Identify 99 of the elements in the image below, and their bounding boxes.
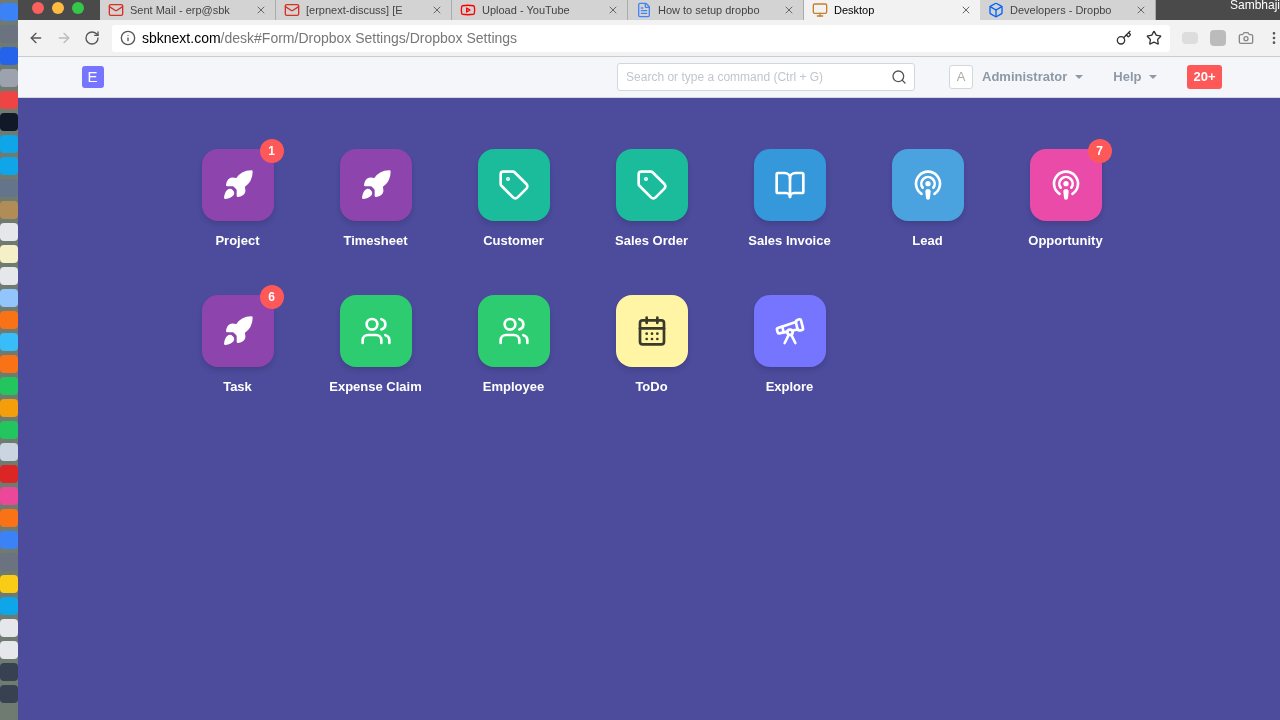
module-label[interactable]: Lead	[912, 231, 943, 251]
dock-app-icon[interactable]	[0, 421, 18, 439]
dock-app-icon[interactable]	[0, 223, 18, 241]
dock-app-icon[interactable]	[0, 487, 18, 505]
notification-badge: 6	[259, 284, 284, 309]
module-tile[interactable]	[339, 149, 412, 221]
module-label[interactable]: Project	[215, 231, 260, 251]
star-icon[interactable]	[1146, 30, 1162, 46]
dock-app-icon[interactable]	[0, 333, 18, 351]
module-tile[interactable]	[477, 294, 550, 367]
mail-icon	[284, 2, 300, 18]
dock-app-icon[interactable]	[0, 575, 18, 593]
module-tile[interactable]	[339, 294, 412, 367]
tab-title: Sent Mail - erp@sbk	[130, 2, 230, 18]
book-icon	[773, 169, 806, 201]
video-icon	[460, 2, 476, 18]
module-tile[interactable]	[477, 149, 550, 221]
search-field[interactable]: Search or type a command (Ctrl + G)	[617, 63, 916, 91]
browser-tab[interactable]: [erpnext-discuss] [E	[276, 0, 452, 20]
profile-name[interactable]: Sambhaji	[1229, 0, 1280, 14]
desktop-icon	[812, 2, 828, 18]
browser-tab[interactable]: Upload - YouTube	[452, 0, 628, 20]
dock-app-icon[interactable]	[0, 443, 18, 461]
dock-app-icon[interactable]	[0, 377, 18, 395]
key-icon[interactable]	[1116, 30, 1132, 46]
module-tile[interactable]	[753, 294, 826, 367]
browser-tab[interactable]: Developers - Dropbo	[980, 0, 1156, 20]
close-icon[interactable]	[255, 4, 267, 16]
browser-tab[interactable]: How to setup dropbo	[628, 0, 804, 20]
dock-app-icon[interactable]	[0, 91, 18, 109]
module-tile[interactable]	[615, 149, 688, 221]
dock-app-icon[interactable]	[0, 641, 18, 659]
forward-icon[interactable]	[56, 30, 72, 46]
module-label[interactable]: Task	[223, 376, 252, 396]
dock-app-icon[interactable]	[0, 399, 18, 417]
dock-app-icon[interactable]	[0, 531, 18, 549]
module-label[interactable]: Sales Order	[615, 231, 688, 251]
module-label[interactable]: ToDo	[635, 376, 668, 396]
module-label[interactable]: Sales Invoice	[748, 231, 831, 251]
minimize-window-button[interactable]	[52, 2, 64, 14]
dock-app-icon[interactable]	[0, 597, 18, 615]
tab-title: Developers - Dropbo	[1010, 2, 1112, 18]
close-icon[interactable]	[1135, 4, 1147, 16]
dock-app-icon[interactable]	[0, 663, 18, 681]
module-label[interactable]: Timesheet	[343, 231, 408, 251]
notification-badge: 7	[1087, 139, 1112, 163]
module-label[interactable]: Explore	[765, 376, 814, 396]
box-icon	[988, 2, 1004, 18]
close-window-button[interactable]	[32, 2, 44, 14]
mail-icon	[108, 2, 124, 18]
module-label[interactable]: Opportunity	[1028, 231, 1103, 251]
dock-app-icon[interactable]	[0, 289, 18, 307]
module-label[interactable]: Employee	[482, 376, 545, 396]
notification-badge: 1	[259, 139, 284, 163]
dock-app-icon[interactable]	[0, 157, 18, 175]
dock-app-icon[interactable]	[0, 619, 18, 637]
tab-title: How to setup dropbo	[658, 2, 760, 18]
dock-app-icon[interactable]	[0, 201, 18, 219]
dock-app-icon[interactable]	[0, 113, 18, 131]
close-icon[interactable]	[431, 4, 443, 16]
module-label[interactable]: Customer	[483, 231, 544, 251]
dock-app-icon[interactable]	[0, 311, 18, 329]
module-tile[interactable]	[201, 294, 274, 367]
module-tile[interactable]	[753, 149, 826, 221]
close-icon[interactable]	[783, 4, 795, 16]
dock-app-icon[interactable]	[0, 509, 18, 527]
app-logo[interactable]: E	[81, 66, 104, 88]
dock-app-icon[interactable]	[0, 69, 18, 87]
dock-app-icon[interactable]	[0, 245, 18, 263]
reload-icon[interactable]	[84, 30, 100, 46]
module-label[interactable]: Expense Claim	[329, 376, 422, 396]
dock-app-icon[interactable]	[0, 267, 18, 285]
browser-tab[interactable]: Sent Mail - erp@sbk	[100, 0, 276, 20]
tab-title: [erpnext-discuss] [E	[306, 2, 403, 18]
document-icon	[636, 2, 652, 18]
browser-tab[interactable]: Desktop	[804, 0, 980, 20]
dock-app-icon[interactable]	[0, 685, 18, 703]
rocket-icon	[221, 169, 254, 201]
rocket-icon	[359, 169, 392, 201]
address-bar[interactable]: sbknext.com/desk#Form/Dropbox Settings/Dropbox Settings	[112, 24, 1170, 52]
search-icon	[891, 69, 908, 85]
dock-app-icon[interactable]	[0, 135, 18, 153]
tag-icon	[497, 169, 530, 201]
rocket-icon	[221, 314, 254, 347]
url-text: sbknext.com/desk#Form/Dropbox Settings/Dropbox Settings	[142, 28, 519, 48]
tab-title: Upload - YouTube	[482, 2, 570, 18]
zoom-window-button[interactable]	[72, 2, 84, 14]
dock-app-icon[interactable]	[0, 355, 18, 373]
dock-app-icon[interactable]	[0, 3, 18, 21]
close-icon[interactable]	[960, 4, 972, 16]
info-icon	[120, 30, 136, 46]
tab-title: Desktop	[834, 2, 875, 18]
module-tile[interactable]	[615, 294, 688, 367]
tag-icon	[635, 169, 668, 201]
module-tile[interactable]	[891, 149, 964, 221]
extension-icon[interactable]	[1210, 30, 1226, 46]
camera-icon[interactable]	[1238, 30, 1254, 46]
close-icon[interactable]	[607, 4, 619, 16]
back-icon[interactable]	[28, 30, 44, 46]
